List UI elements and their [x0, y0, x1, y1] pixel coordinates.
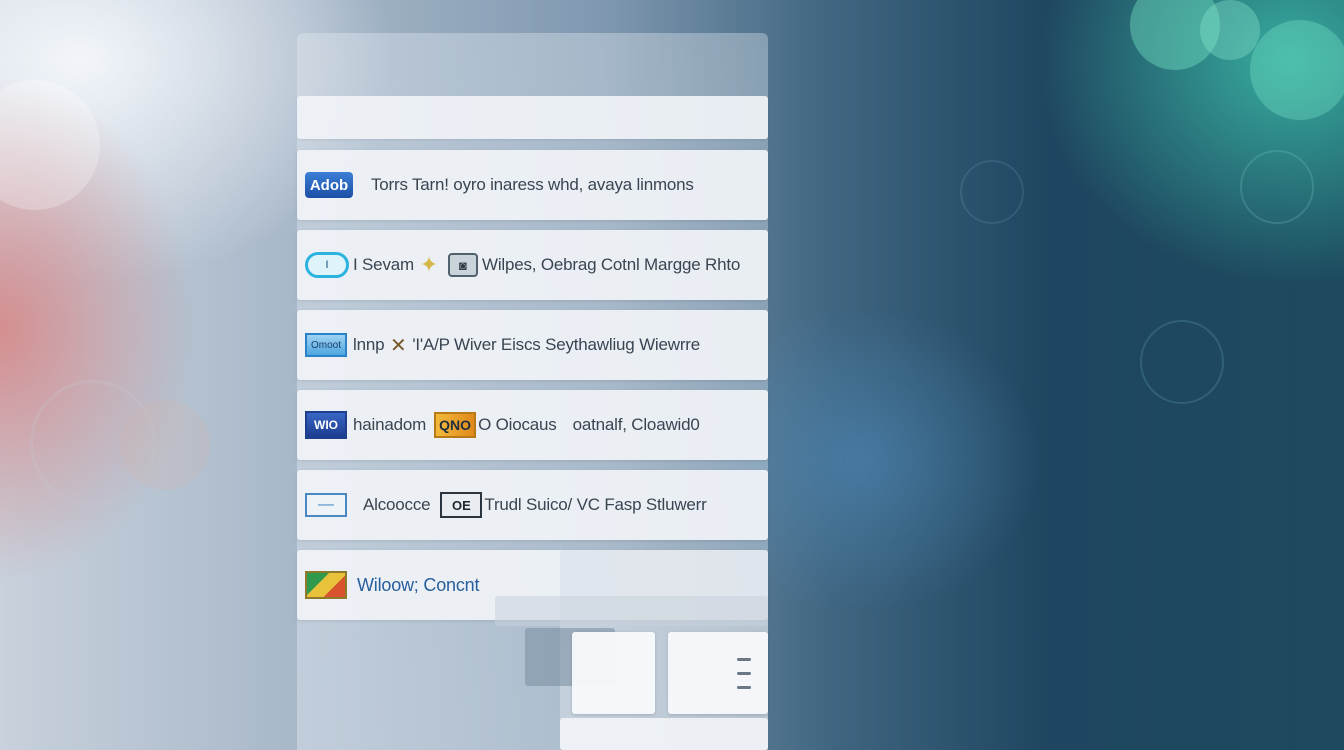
list-item-label: Alcoocce	[363, 495, 431, 514]
app-logo-icon: Adob	[305, 172, 353, 198]
bokeh-ring	[960, 160, 1024, 224]
bokeh-ring	[1240, 150, 1314, 224]
list-item[interactable]: Omoot lnnp ✕ 'I'A/P Wiver Eiscs Seythawl…	[297, 310, 768, 380]
sparkle-icon: ✦	[419, 252, 439, 277]
bokeh-light	[1200, 0, 1260, 60]
list-item[interactable]: WIO hainadom QNO O Oiocaus oatnalf, Cloa…	[297, 390, 768, 460]
menu-line	[737, 658, 751, 661]
menu-line	[737, 686, 751, 689]
bokeh-light	[1130, 0, 1220, 70]
window-app-icon: ◙	[447, 253, 478, 277]
desktop-background: Adob Torrs Tarn! oyro inaress whd, avaya…	[0, 0, 1344, 750]
window-tile[interactable]	[668, 632, 768, 714]
window-fragment	[560, 718, 768, 750]
menu-line	[737, 672, 751, 675]
close-icon[interactable]: ✕	[388, 333, 408, 357]
bokeh-ring	[30, 380, 156, 506]
bokeh-ring	[1140, 320, 1224, 404]
folder-app-icon	[305, 571, 347, 599]
blue-app-icon: WIO	[305, 411, 347, 439]
bokeh-light	[0, 80, 100, 210]
list-item[interactable]: — Alcoocce OE Trudl Suico/ VC Fasp Stluw…	[297, 470, 768, 540]
list-item-label: O Oiocaus	[478, 415, 557, 434]
list-item-label: Torrs Tarn! oyro inaress whd, avaya linm…	[371, 175, 694, 194]
window-fragment	[495, 596, 768, 626]
list-item[interactable]: Adob Torrs Tarn! oyro inaress whd, avaya…	[297, 150, 768, 220]
bokeh-light	[120, 400, 210, 490]
rect-app-icon: Omoot	[305, 333, 347, 357]
list-item-label: Trudl Suico/ VC Fasp Stluwerr	[484, 495, 707, 514]
list-item-label: Wilpes, Oebrag Cotnl Margge Rhto	[481, 255, 741, 274]
list-item-label: Wiloow; Concnt	[357, 574, 480, 595]
pill-app-icon: I	[305, 252, 349, 278]
list-item-label: 'I'A/P Wiver Eiscs Seythawliug Wiewrre	[412, 335, 700, 354]
search-input[interactable]	[297, 96, 768, 139]
dark-app-icon: OE	[440, 492, 483, 518]
bokeh-light	[1250, 20, 1344, 120]
window-tile[interactable]	[572, 632, 655, 714]
outline-app-icon: —	[305, 493, 347, 517]
list-item[interactable]: I I Sevam ✦ ◙ Wilpes, Oebrag Cotnl Margg…	[297, 230, 768, 300]
orange-app-icon: QNO	[434, 412, 477, 438]
list-item-label: I Sevam	[353, 255, 414, 274]
list-item-label: lnnp	[353, 335, 385, 354]
list-item-label: hainadom	[353, 415, 427, 434]
list-item-label: oatnalf, Cloawid0	[572, 415, 700, 434]
